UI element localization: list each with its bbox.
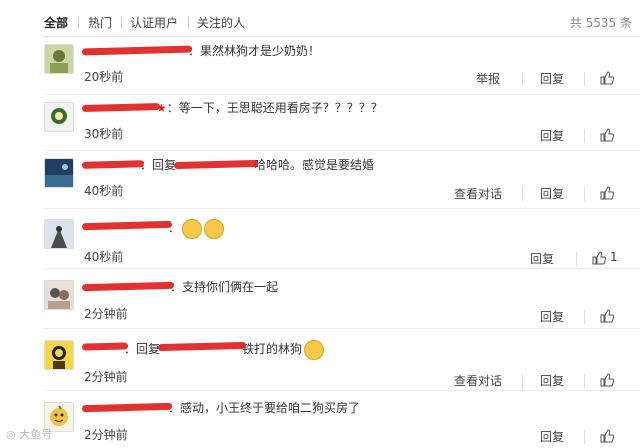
thumbs-up-icon[interactable] xyxy=(600,429,614,443)
avatar[interactable] xyxy=(44,280,74,310)
doge-emoji-icon xyxy=(204,218,225,239)
reply-button[interactable]: 回复 xyxy=(540,185,564,202)
username-redacted[interactable] xyxy=(81,99,161,117)
comment-time: 20秒前 xyxy=(84,70,124,84)
username-redacted[interactable] xyxy=(81,42,193,60)
comment-item: ：感动，小王终于要给咱二狗买房了 2分钟前 回复 xyxy=(0,390,640,448)
avatar[interactable] xyxy=(44,102,74,132)
tab-following[interactable]: 关注的人 xyxy=(197,14,245,31)
avatar[interactable] xyxy=(44,44,74,74)
action-separator xyxy=(522,374,523,388)
divider xyxy=(44,36,640,37)
reply-button[interactable]: 回复 xyxy=(540,70,564,87)
action-separator xyxy=(584,72,585,86)
comment-text: 哈哈哈。感觉是要结婚 xyxy=(254,158,375,172)
mention-redacted[interactable] xyxy=(173,156,259,174)
reply-button[interactable]: 回复 xyxy=(540,127,564,144)
watermark-text: 大鱼号 xyxy=(19,428,53,441)
avatar[interactable] xyxy=(44,158,74,188)
comment-item: ★：等一下，王思聪还用看房子？？？？？ 30秒前 回复 xyxy=(0,95,640,151)
view-dialog-button[interactable]: 查看对话 xyxy=(454,372,502,389)
comment-text: ：感动，小王终于要给咱二狗买房了 xyxy=(168,401,361,415)
username-redacted[interactable] xyxy=(81,278,175,296)
action-separator xyxy=(522,187,523,201)
mention-redacted[interactable] xyxy=(157,338,247,360)
reply-button[interactable]: 回复 xyxy=(530,250,554,267)
username-redacted[interactable] xyxy=(81,217,173,239)
thumbs-up-icon[interactable] xyxy=(600,186,614,200)
doge-emoji-icon xyxy=(182,218,203,239)
comment-time: 30秒前 xyxy=(84,127,124,141)
comment-time: 40秒前 xyxy=(84,250,124,264)
comment-item: ：回复 哈哈哈。感觉是要结婚 40秒前 查看对话 回复 xyxy=(0,151,640,209)
tab-verified-users[interactable]: 认证用户 xyxy=(130,14,178,31)
watermark: ◎ 大鱼号 xyxy=(6,426,52,442)
comment-item: ：果然林狗才是少奶奶！ 20秒前 举报 回复 xyxy=(0,40,640,95)
action-separator xyxy=(584,374,585,388)
emoji-icon xyxy=(304,339,325,360)
avatar[interactable] xyxy=(44,219,74,249)
action-separator xyxy=(584,310,585,324)
comment-text: ：等一下，王思聪还用看房子？？？？？ xyxy=(166,101,383,115)
comment-time: 2分钟前 xyxy=(84,428,128,442)
tab-hot[interactable]: 热门 xyxy=(88,14,112,31)
tab-all[interactable]: 全部 xyxy=(44,14,68,31)
action-separator xyxy=(522,72,523,86)
action-separator xyxy=(584,187,585,201)
view-dialog-button[interactable]: 查看对话 xyxy=(454,185,502,202)
action-separator xyxy=(576,252,577,266)
comment-time: 40秒前 xyxy=(84,184,124,198)
username-redacted[interactable] xyxy=(81,399,173,417)
comment-text: 铁打的林狗 xyxy=(242,342,303,356)
reply-button[interactable]: 回复 xyxy=(540,428,564,445)
watermark-icon: ◎ xyxy=(6,428,20,441)
comment-filter-bar: 全部 热门 认证用户 关注的人 共 5535 条 xyxy=(0,0,640,44)
tab-separator xyxy=(121,16,122,28)
report-button[interactable]: 举报 xyxy=(476,70,500,87)
reply-prefix: ：回复 xyxy=(140,158,177,172)
comment-total-count: 共 5535 条 xyxy=(569,16,632,30)
action-separator xyxy=(584,430,585,444)
comment-item: ： 40秒前 回复 1 xyxy=(0,208,640,269)
comment-item: ：回复 铁打的林狗 2分钟前 查看对话 回复 xyxy=(0,328,640,391)
thumbs-up-icon[interactable] xyxy=(592,251,606,265)
reply-prefix: ：回复 xyxy=(124,342,161,356)
username-redacted[interactable] xyxy=(81,156,145,174)
thumbs-up-icon[interactable] xyxy=(600,71,614,85)
username-redacted[interactable] xyxy=(81,338,129,360)
avatar[interactable] xyxy=(44,340,74,370)
reply-button[interactable]: 回复 xyxy=(540,372,564,389)
comment-text: ：支持你们俩在一起 xyxy=(170,280,279,294)
comment-text: ：果然林狗才是少奶奶！ xyxy=(188,44,321,58)
thumbs-up-icon[interactable] xyxy=(600,373,614,387)
thumbs-up-icon[interactable] xyxy=(600,309,614,323)
tab-separator xyxy=(78,16,79,28)
reply-button[interactable]: 回复 xyxy=(540,308,564,325)
comment-time: 2分钟前 xyxy=(84,370,128,384)
like-count: 1 xyxy=(610,250,618,264)
comment-time: 2分钟前 xyxy=(84,307,128,321)
action-separator xyxy=(584,129,585,143)
comment-item: ：支持你们俩在一起 2分钟前 回复 xyxy=(0,268,640,329)
thumbs-up-icon[interactable] xyxy=(600,128,614,142)
tab-separator xyxy=(188,16,189,28)
